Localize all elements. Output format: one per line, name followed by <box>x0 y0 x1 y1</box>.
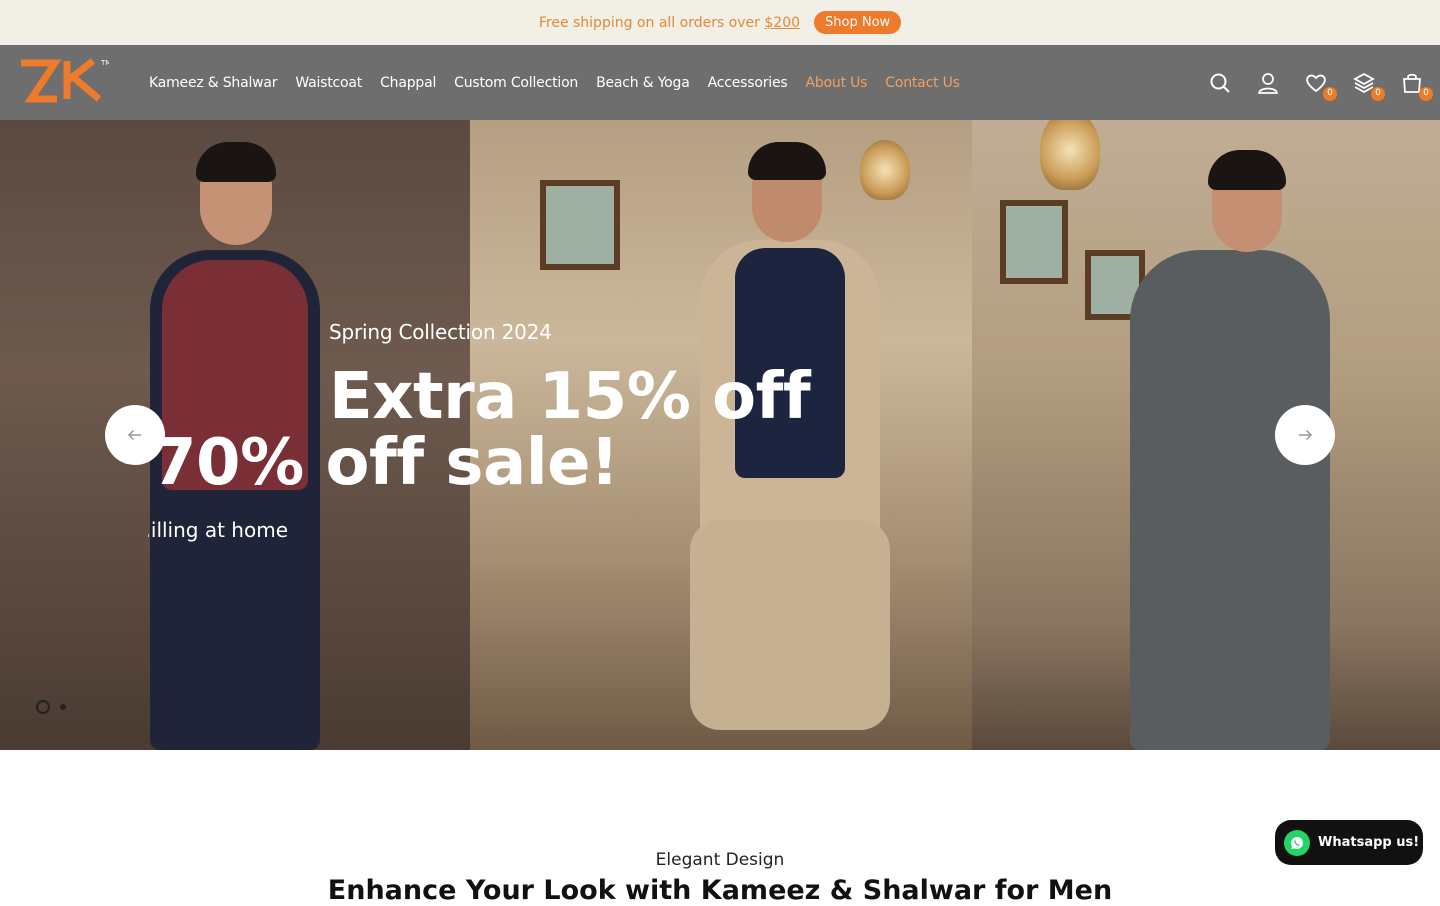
whatsapp-icon <box>1284 829 1310 856</box>
slider-prev-button[interactable] <box>105 405 165 465</box>
section-title: Enhance Your Look with Kameez & Shalwar … <box>327 875 1113 906</box>
nav-chappal[interactable]: Chappal <box>380 75 436 91</box>
site-header: TM Kameez & Shalwar Waistcoat Chappal Cu… <box>0 45 1440 120</box>
section-eyebrow: Elegant Design <box>655 850 785 870</box>
hero-slider: Spring Collection 2024 Extra 15% off 70%… <box>0 120 1440 750</box>
hero-subtitle: Spring Collection 2024 <box>329 320 552 344</box>
nav-contact-us[interactable]: Contact Us <box>885 75 960 91</box>
wall-frame <box>1000 200 1068 284</box>
announcement-amount-link[interactable]: $200 <box>764 15 800 31</box>
header-icons: 0 0 0 <box>1208 45 1433 120</box>
bag-icon[interactable]: 0 <box>1400 71 1433 101</box>
shop-now-button[interactable]: Shop Now <box>814 11 902 34</box>
announcement-text: Free shipping on all orders over $200 <box>539 15 800 31</box>
slider-pagination <box>36 700 66 714</box>
brand-logo[interactable]: TM <box>17 55 111 107</box>
model-right-outfit <box>1130 250 1330 750</box>
layers-icon[interactable]: 0 <box>1352 71 1385 101</box>
arrow-right-icon <box>1299 429 1313 441</box>
model-center-hair <box>748 142 826 180</box>
svg-text:TM: TM <box>100 59 109 67</box>
heart-icon[interactable]: 0 <box>1304 71 1337 101</box>
chandelier <box>1040 120 1100 190</box>
logo-mark: TM <box>21 58 111 103</box>
nav-beach-yoga[interactable]: Beach & Yoga <box>596 75 690 91</box>
nav-custom-collection[interactable]: Custom Collection <box>454 75 578 91</box>
slider-dot-1[interactable] <box>36 700 50 714</box>
wishlist-count-badge: 0 <box>1323 86 1337 101</box>
account-icon[interactable] <box>1256 71 1280 95</box>
nav-kameez-shalwar[interactable]: Kameez & Shalwar <box>149 75 278 91</box>
whatsapp-button[interactable]: Whatsapp us! <box>1275 820 1423 865</box>
hero-headline-line1: Extra 15% off <box>329 360 811 434</box>
whatsapp-label: Whatsapp us! <box>1318 835 1420 850</box>
model-center-shalwar <box>690 520 890 730</box>
search-icon[interactable] <box>1208 71 1232 95</box>
arrow-left-icon <box>127 429 141 441</box>
cart-count-badge: 0 <box>1419 86 1433 101</box>
nav-accessories[interactable]: Accessories <box>708 75 788 91</box>
announcement-bar: Free shipping on all orders over $200 Sh… <box>0 0 1440 45</box>
compare-count-badge: 0 <box>1371 86 1385 101</box>
main-nav: Kameez & Shalwar Waistcoat Chappal Custo… <box>149 45 960 120</box>
slider-next-button[interactable] <box>1275 405 1335 465</box>
wall-frame <box>540 180 620 270</box>
hero-headline-line2: 70% off sale! <box>152 426 619 500</box>
nav-waistcoat[interactable]: Waistcoat <box>295 75 362 91</box>
nav-about-us[interactable]: About Us <box>805 75 867 91</box>
hero-description: illing at home. <box>148 518 288 542</box>
announcement-message: Free shipping on all orders over <box>538 14 765 31</box>
slider-dot-2[interactable] <box>60 704 66 710</box>
chandelier <box>860 140 910 200</box>
